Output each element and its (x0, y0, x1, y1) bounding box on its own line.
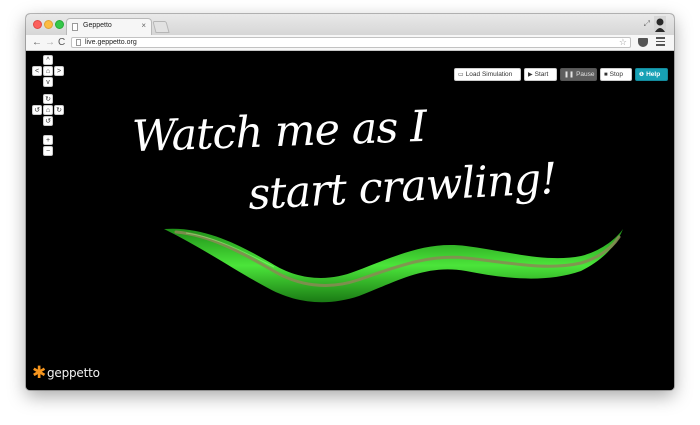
menu-icon[interactable] (656, 37, 665, 48)
address-bar[interactable]: live.geppetto.org ☆ (71, 37, 631, 48)
simulation-toolbar: ▭ Load Simulation ▶ Start ❚❚ Pause ■ Stop ❶H… (454, 68, 668, 81)
browser-window: Geppetto × ⤢ ← → C live.geppetto.org ☆ W… (26, 14, 674, 390)
profile-avatar-icon[interactable] (654, 16, 666, 32)
pan-down-button[interactable]: v (43, 77, 53, 87)
address-url[interactable]: live.geppetto.org (85, 38, 137, 48)
zoom-out-button[interactable]: − (43, 146, 53, 156)
browser-toolbar: ← → C live.geppetto.org ☆ (26, 35, 674, 51)
load-simulation-button[interactable]: ▭ Load Simulation (454, 68, 521, 81)
minimize-window-button[interactable] (44, 20, 53, 29)
load-simulation-label: Load Simulation (465, 71, 513, 78)
forward-button[interactable]: → (45, 36, 55, 49)
pause-button[interactable]: ❚❚ Pause (560, 68, 597, 81)
star-logo-icon: ✱ (32, 363, 47, 382)
worm-model (164, 228, 623, 303)
rotate-up-button[interactable]: ↻ (43, 94, 53, 104)
zoom-in-button[interactable]: + (43, 135, 53, 145)
help-button[interactable]: ❶ Help (635, 68, 668, 81)
help-label: Help (646, 71, 661, 78)
tab-close-icon[interactable]: × (141, 21, 146, 31)
stop-icon: ■ (604, 72, 608, 78)
pan-up-button[interactable]: ^ (43, 55, 53, 65)
rotate-down-button[interactable]: ↺ (43, 116, 53, 126)
play-icon: ▶ (528, 72, 533, 78)
info-icon: ❶ (639, 72, 645, 78)
page-icon (72, 23, 78, 31)
page-icon (76, 39, 81, 46)
pause-icon: ❚❚ (564, 72, 575, 78)
rotate-left-button[interactable]: ↺ (32, 105, 42, 115)
close-window-button[interactable] (33, 20, 42, 29)
pan-right-button[interactable]: > (54, 66, 64, 76)
pause-label: Pause (576, 71, 595, 78)
pocket-icon[interactable] (638, 38, 648, 47)
start-label: Start (534, 71, 549, 78)
logo-text: geppetto (47, 366, 100, 380)
stop-label: Stop (609, 71, 623, 78)
fullscreen-icon[interactable]: ⤢ (644, 19, 650, 29)
camera-controls: ^ < ⌂ > v ↻ ↺ ⌂ ↻ ↺ + − (26, 51, 86, 181)
back-button[interactable]: ← (32, 36, 42, 49)
rotate-right-button[interactable]: ↻ (54, 105, 64, 115)
simulation-viewport[interactable]: Watch me as I start crawling! ^ < ⌂ > v … (26, 51, 674, 390)
reload-button[interactable]: C (58, 36, 65, 49)
stop-button[interactable]: ■ Stop (600, 68, 632, 81)
rotate-home-button[interactable]: ⌂ (43, 105, 53, 115)
browser-tab[interactable]: Geppetto × (66, 18, 152, 35)
start-button[interactable]: ▶ Start (524, 68, 557, 81)
tab-title: Geppetto (83, 22, 112, 29)
bookmark-star-icon[interactable]: ☆ (619, 37, 627, 48)
pan-left-button[interactable]: < (32, 66, 42, 76)
new-tab-button[interactable] (152, 21, 170, 33)
folder-icon: ▭ (458, 72, 464, 78)
maximize-window-button[interactable] (55, 20, 64, 29)
pan-home-button[interactable]: ⌂ (43, 66, 53, 76)
title-bar: Geppetto × ⤢ (26, 14, 674, 35)
